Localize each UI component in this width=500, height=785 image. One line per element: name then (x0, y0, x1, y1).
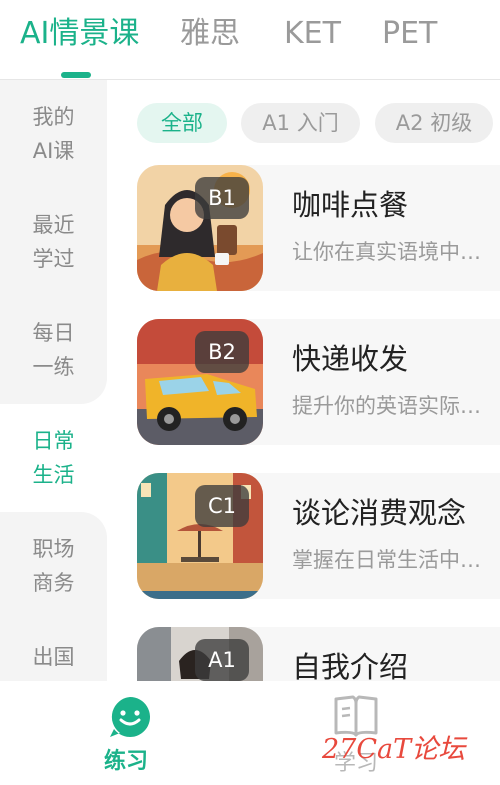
sidebar-item-label: 每日 (32, 321, 75, 345)
sidebar-item-label: 最近 (32, 213, 75, 237)
street-market-illustration: C1 (137, 473, 263, 599)
level-badge: B1 (195, 177, 249, 219)
sidebar-item-label: 日常 (32, 429, 75, 453)
top-tab-bar: AI情景课 雅思 KET PET (0, 0, 500, 80)
sidebar-item-workplace[interactable]: 职场 商务 (0, 512, 107, 620)
sidebar-item-my-ai-course[interactable]: 我的 AI课 (0, 80, 107, 188)
category-sidebar: 我的 AI课 最近 学过 每日 一练 日常 生活 职场 商务 出国 (0, 80, 107, 681)
active-tab-indicator (61, 72, 91, 78)
delivery-van-illustration: B2 (137, 319, 263, 445)
level-badge: B2 (195, 331, 249, 373)
tab-ielts[interactable]: 雅思 (180, 14, 240, 54)
sidebar-item-label: 商务 (32, 571, 75, 595)
course-description: 掌握在日常生活中… (292, 548, 481, 572)
sidebar-item-label: 学过 (32, 247, 75, 271)
sidebar-item-label: 职场 (32, 537, 75, 561)
tab-ai-scenario[interactable]: AI情景课 (20, 14, 139, 54)
level-badge: C1 (195, 485, 249, 527)
bottom-navigation: 练习 学习 27CaT论坛 (0, 681, 500, 785)
cafe-girl-illustration: B1 (137, 165, 263, 291)
course-card[interactable]: C1 谈论消费观念 掌握在日常生活中… (137, 473, 500, 599)
course-card[interactable]: B2 快递收发 提升你的英语实际… (137, 319, 500, 445)
course-card[interactable]: B1 咖啡点餐 让你在真实语境中… (137, 165, 500, 291)
sidebar-item-label: AI课 (32, 139, 75, 163)
course-description: 让你在真实语境中… (292, 240, 481, 264)
sidebar-item-label: 我的 (32, 105, 75, 129)
tab-pet[interactable]: PET (382, 14, 437, 54)
course-title: 谈论消费观念 (292, 496, 467, 530)
course-title: 咖啡点餐 (292, 188, 409, 222)
tab-ket[interactable]: KET (284, 14, 341, 54)
nav-practice-label[interactable]: 练习 (104, 743, 148, 775)
sidebar-item-abroad[interactable]: 出国 (0, 620, 107, 681)
course-description: 提升你的英语实际… (292, 394, 481, 418)
sidebar-item-recent[interactable]: 最近 学过 (0, 188, 107, 296)
smile-chat-icon[interactable] (108, 695, 152, 743)
level-badge: A1 (195, 639, 249, 681)
course-title: 快递收发 (292, 342, 409, 376)
sidebar-item-daily-practice[interactable]: 每日 一练 (0, 296, 107, 404)
filter-chip-all[interactable]: 全部 (137, 103, 227, 143)
forum-watermark: 27CaT论坛 (322, 734, 466, 765)
filter-chip-a2[interactable]: A2 初级 (375, 103, 493, 143)
sidebar-item-label: 一练 (32, 355, 75, 379)
sidebar-item-daily-life[interactable]: 日常 生活 (0, 404, 107, 512)
sidebar-item-label: 出国 (32, 645, 75, 669)
filter-chip-a1[interactable]: A1 入门 (241, 103, 360, 143)
sidebar-item-label: 生活 (32, 463, 75, 487)
